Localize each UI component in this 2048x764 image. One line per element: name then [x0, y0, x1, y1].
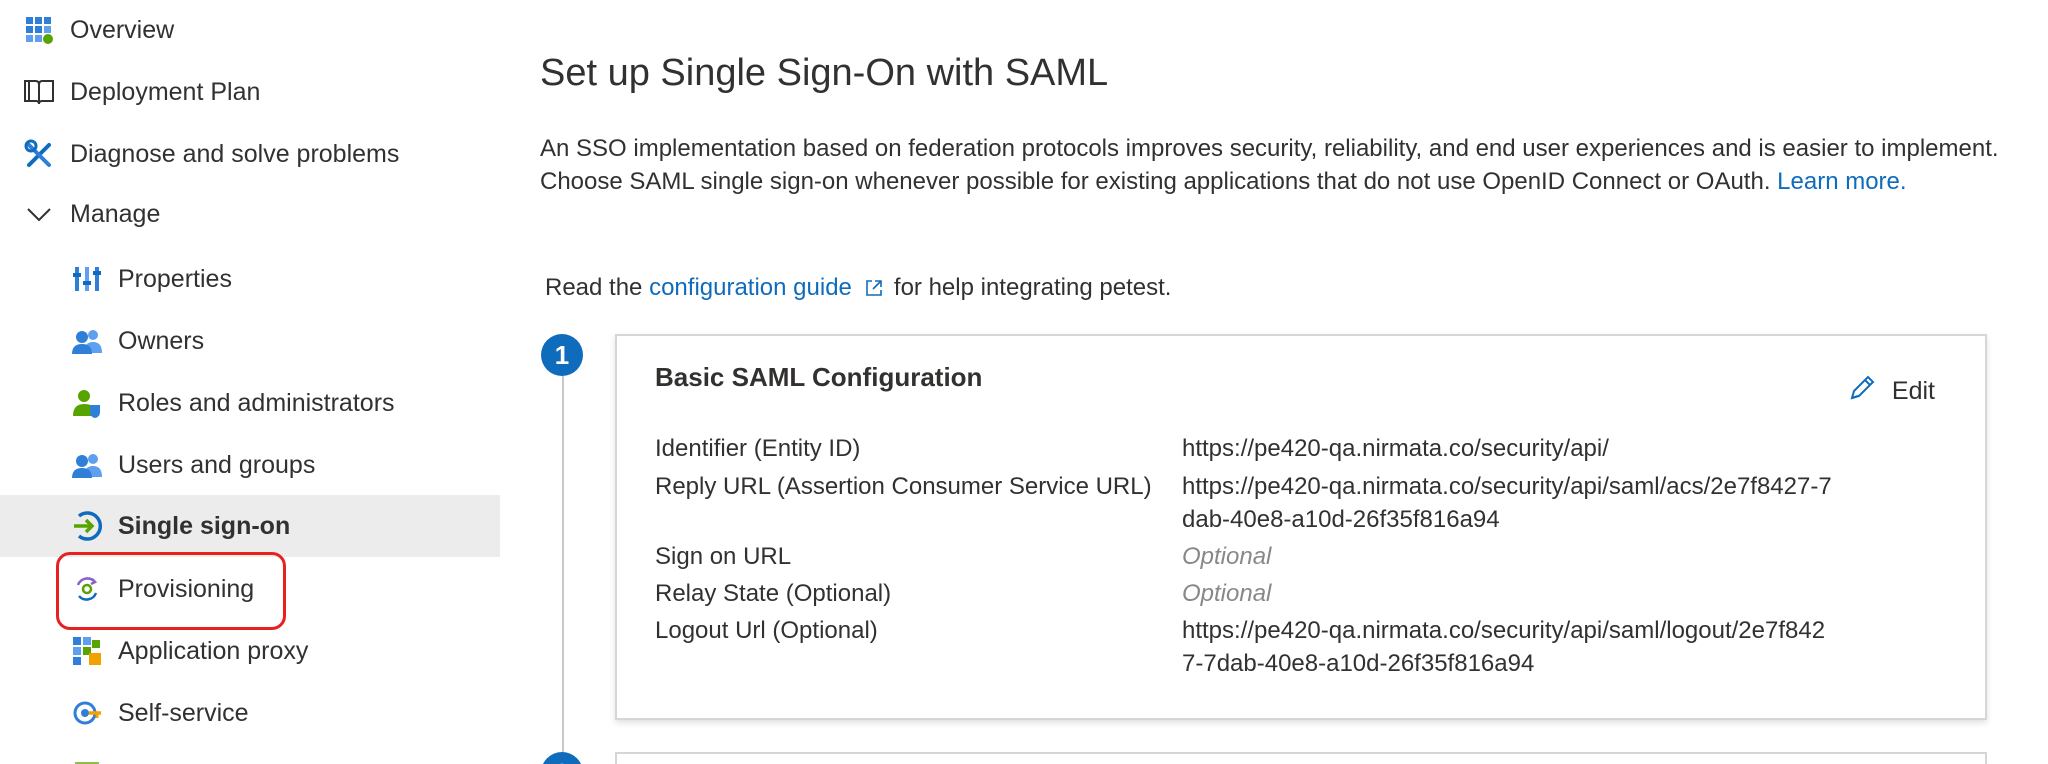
page-title: Set up Single Sign-On with SAML — [540, 52, 1109, 94]
config-key: Reply URL (Assertion Consumer Service UR… — [655, 473, 1152, 500]
sidebar-item-partial — [0, 745, 500, 764]
next-configuration-card — [615, 752, 1987, 764]
bars-icon — [70, 262, 104, 296]
config-value-optional: Optional — [1182, 543, 1272, 570]
sidebar-item-diagnose[interactable]: Diagnose and solve problems — [0, 124, 500, 184]
sidebar-item-label: Overview — [70, 15, 175, 44]
learn-more-link[interactable]: Learn more. — [1777, 168, 1906, 195]
sidebar-item-label: Properties — [118, 264, 232, 293]
app-window: Overview Deployment Plan Diagnose and so… — [0, 0, 2048, 764]
config-key: Relay State (Optional) — [655, 580, 892, 607]
config-key: Identifier (Entity ID) — [655, 435, 861, 462]
config-value: https://pe420-qa.nirmata.co/security/api… — [1182, 473, 1832, 533]
config-value-optional: Optional — [1182, 580, 1272, 607]
main-content: Set up Single Sign-On with SAML An SSO i… — [500, 0, 2048, 764]
sidebar-item-label: Owners — [118, 326, 205, 355]
sidebar-item-provisioning[interactable]: Provisioning — [0, 559, 500, 619]
step-badge-1: 1 — [541, 334, 583, 376]
config-key: Logout Url (Optional) — [655, 617, 878, 644]
proxy-grid-icon — [70, 634, 104, 668]
config-key: Sign on URL — [655, 543, 792, 570]
sidebar-item-label: Deployment Plan — [70, 77, 261, 106]
sidebar-section-label: Manage — [70, 199, 161, 228]
basic-saml-configuration-card: Basic SAML Configuration Edit Identifier… — [615, 334, 1987, 720]
person-shield-icon — [70, 386, 104, 420]
config-value: https://pe420-qa.nirmata.co/security/api… — [1182, 435, 1609, 462]
read-prefix: Read the — [545, 274, 643, 301]
grid-icon — [22, 13, 56, 47]
sidebar-item-label: Diagnose and solve problems — [70, 139, 400, 168]
sidebar-item-users-groups[interactable]: Users and groups — [0, 435, 500, 495]
intro-paragraph: An SSO implementation based on federatio… — [540, 132, 2040, 198]
book-icon — [22, 75, 56, 109]
key-person-icon — [70, 696, 104, 730]
configuration-guide-line: Read the configuration guide for help in… — [545, 274, 1171, 302]
sidebar-item-owners[interactable]: Owners — [0, 311, 500, 371]
sidebar-item-self-service[interactable]: Self-service — [0, 683, 500, 743]
sign-in-arrow-icon — [70, 509, 104, 543]
edit-button[interactable]: Edit — [1846, 372, 1935, 411]
sidebar-section-manage[interactable]: Manage — [0, 184, 500, 244]
external-link-icon[interactable] — [864, 278, 884, 298]
sidebar-item-properties[interactable]: Properties — [0, 249, 500, 309]
configuration-guide-link[interactable]: configuration guide — [649, 274, 852, 302]
sidebar: Overview Deployment Plan Diagnose and so… — [0, 0, 500, 764]
sidebar-item-label: Roles and administrators — [118, 388, 395, 417]
tools-icon — [22, 137, 56, 171]
config-value: https://pe420-qa.nirmata.co/security/api… — [1182, 617, 1826, 677]
sidebar-item-single-sign-on[interactable]: Single sign-on — [0, 495, 500, 557]
sync-icon — [70, 572, 104, 606]
sidebar-item-roles[interactable]: Roles and administrators — [0, 373, 500, 433]
people-icon — [70, 324, 104, 358]
sidebar-item-label: Self-service — [118, 698, 249, 727]
read-suffix: for help integrating petest. — [893, 274, 1172, 301]
step-badge-2: 2 — [541, 752, 583, 764]
card-title: Basic SAML Configuration — [655, 362, 983, 392]
chevron-down-icon — [22, 197, 56, 231]
people-icon — [70, 448, 104, 482]
partial-icon — [70, 745, 104, 764]
steps-connector-line — [562, 376, 564, 764]
sidebar-item-label: Application proxy — [118, 636, 309, 665]
pencil-icon — [1846, 372, 1878, 411]
sidebar-item-label: Provisioning — [118, 574, 255, 603]
sidebar-item-deployment-plan[interactable]: Deployment Plan — [0, 62, 500, 122]
sidebar-item-label: Users and groups — [118, 450, 316, 479]
edit-label: Edit — [1891, 377, 1935, 405]
sidebar-item-label: Single sign-on — [118, 511, 291, 540]
sidebar-item-application-proxy[interactable]: Application proxy — [0, 621, 500, 681]
sidebar-item-overview[interactable]: Overview — [0, 0, 500, 60]
